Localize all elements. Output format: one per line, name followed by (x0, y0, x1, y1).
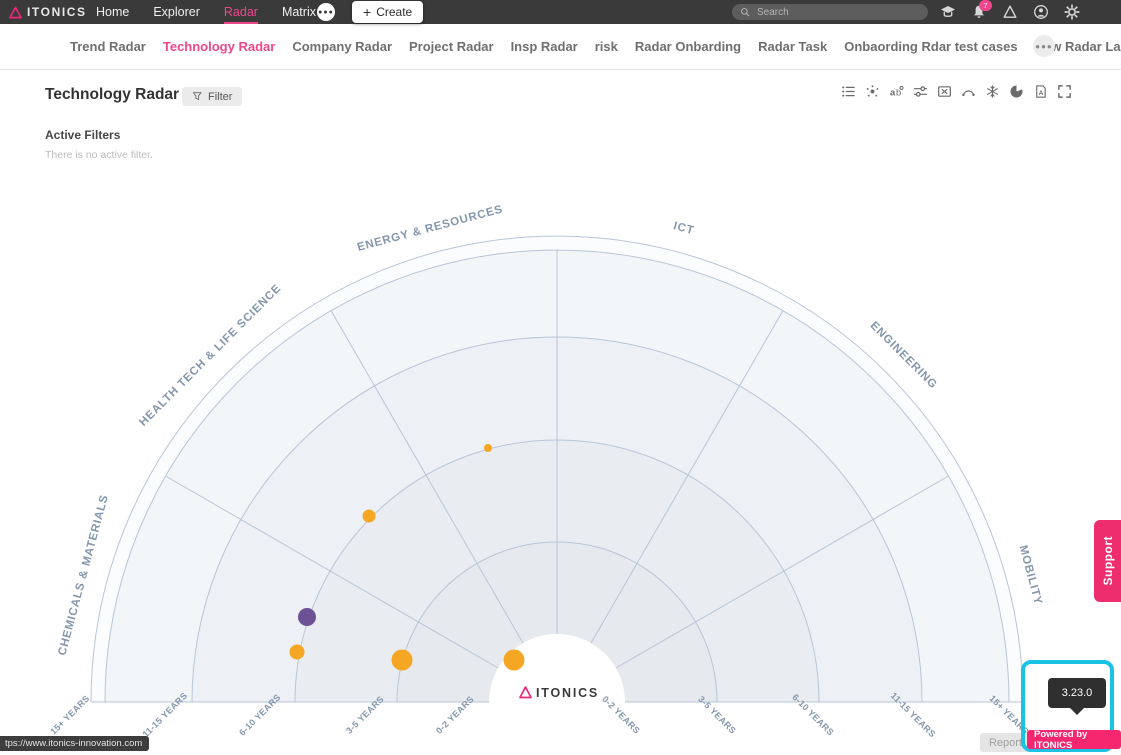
filter-button-label: Filter (208, 91, 232, 103)
top-navbar: ITONICS Home Explorer Radar Matrix ●●● + Cr… (0, 0, 1121, 24)
pie-chart-icon[interactable] (1009, 84, 1024, 99)
radar-point-chemicals-materials-6-10-years[interactable] (290, 645, 305, 660)
powered-by-badge[interactable]: Powered by ITONICS (1027, 730, 1121, 749)
search-input[interactable] (755, 6, 909, 19)
tab-radar-task[interactable]: Radar Task (758, 39, 827, 54)
support-button-label: Support (1101, 536, 1115, 586)
sector-label-ict: ICT (672, 220, 695, 237)
logo-text: ITONICS (27, 5, 87, 19)
tab-insp-radar[interactable]: Insp Radar (511, 39, 578, 54)
radar-point-health-tech-life-science-6-10-years[interactable] (363, 510, 376, 523)
itonics-triangle-icon (9, 6, 22, 19)
tab-trend-radar[interactable]: Trend Radar (70, 39, 146, 54)
user-icon[interactable] (1033, 4, 1049, 20)
itonics-logo[interactable]: ITONICS (9, 0, 87, 24)
bell-icon[interactable]: 7 (971, 4, 987, 20)
gear-icon[interactable] (1064, 4, 1080, 20)
legend-list-icon[interactable] (841, 84, 856, 99)
navbar-right-icons: 7 (940, 0, 1080, 24)
plus-icon: + (363, 5, 371, 19)
tab-technology-radar[interactable]: Technology Radar (163, 39, 275, 54)
snowflake-icon[interactable] (985, 84, 1000, 99)
nav-item-home[interactable]: Home (96, 0, 129, 24)
notification-badge: 7 (979, 0, 992, 11)
nav-item-radar[interactable]: Radar (224, 0, 258, 24)
sparkle-icon[interactable] (865, 84, 880, 99)
active-filters-title: Active Filters (45, 128, 120, 142)
tab-company-radar[interactable]: Company Radar (292, 39, 392, 54)
page-title: Technology Radar (45, 86, 179, 104)
ring-label-left-15-years: 15+ YEARS (48, 693, 91, 736)
version-tooltip: 3.23.0 (1048, 678, 1106, 708)
tabs-more-button[interactable]: ●●● (1033, 35, 1055, 57)
center-logo-text: ITONICS (536, 686, 599, 700)
filter-button[interactable]: Filter (182, 87, 242, 106)
funnel-icon (192, 91, 203, 102)
pdf-export-icon[interactable]: A (1033, 84, 1048, 99)
prism-icon[interactable] (1002, 4, 1018, 20)
tab-risk[interactable]: risk (595, 39, 618, 54)
radar-tabs-bar: Trend Radar Technology Radar Company Radar… (0, 24, 1121, 70)
academy-icon[interactable] (940, 4, 956, 20)
active-filters-empty-text: There is no active filter. (45, 149, 153, 161)
create-button[interactable]: + Create (352, 1, 423, 23)
search-bar[interactable] (732, 4, 928, 20)
svg-text:a: a (890, 87, 896, 97)
technology-radar-chart: 0-2 YEARS0-2 YEARS3-5 YEARS3-5 YEARS6-10… (0, 0, 1121, 755)
support-button[interactable]: Support (1094, 520, 1121, 602)
tab-project-radar[interactable]: Project Radar (409, 39, 494, 54)
image-off-icon[interactable] (937, 84, 952, 99)
radar-point-energy-resources-6-10-years[interactable] (484, 444, 492, 452)
fullscreen-icon[interactable] (1057, 84, 1072, 99)
radar-tabs: Trend Radar Technology Radar Company Radar… (70, 24, 1121, 69)
nav-more-button[interactable]: ●●● (317, 3, 335, 21)
arc-icon[interactable] (961, 84, 976, 99)
tab-onbaording-rdar-test-cases[interactable]: Onbaording Rdar test cases (844, 39, 1017, 54)
status-bar-url: tps://www.itonics-innovation.com (0, 736, 149, 751)
radar-point-chemicals-materials-6-10-years[interactable] (298, 608, 316, 626)
radar-point-health-tech-life-science-0-2-years[interactable] (504, 650, 525, 671)
svg-text:A: A (1039, 90, 1044, 97)
chart-toolbar: ab A (841, 84, 1072, 99)
nav-item-matrix[interactable]: Matrix (282, 0, 316, 24)
sector-label-mobility: MOBILITY (1017, 544, 1044, 606)
create-button-label: Create (376, 5, 412, 19)
tab-radar-onbarding[interactable]: Radar Onbarding (635, 39, 741, 54)
sliders-icon[interactable] (913, 84, 928, 99)
main-nav: Home Explorer Radar Matrix (96, 0, 316, 24)
radar-point-chemicals-materials-3-5-years[interactable] (392, 650, 413, 671)
search-icon (740, 7, 750, 17)
labels-icon[interactable]: ab (889, 84, 904, 99)
nav-item-explorer[interactable]: Explorer (153, 0, 200, 24)
